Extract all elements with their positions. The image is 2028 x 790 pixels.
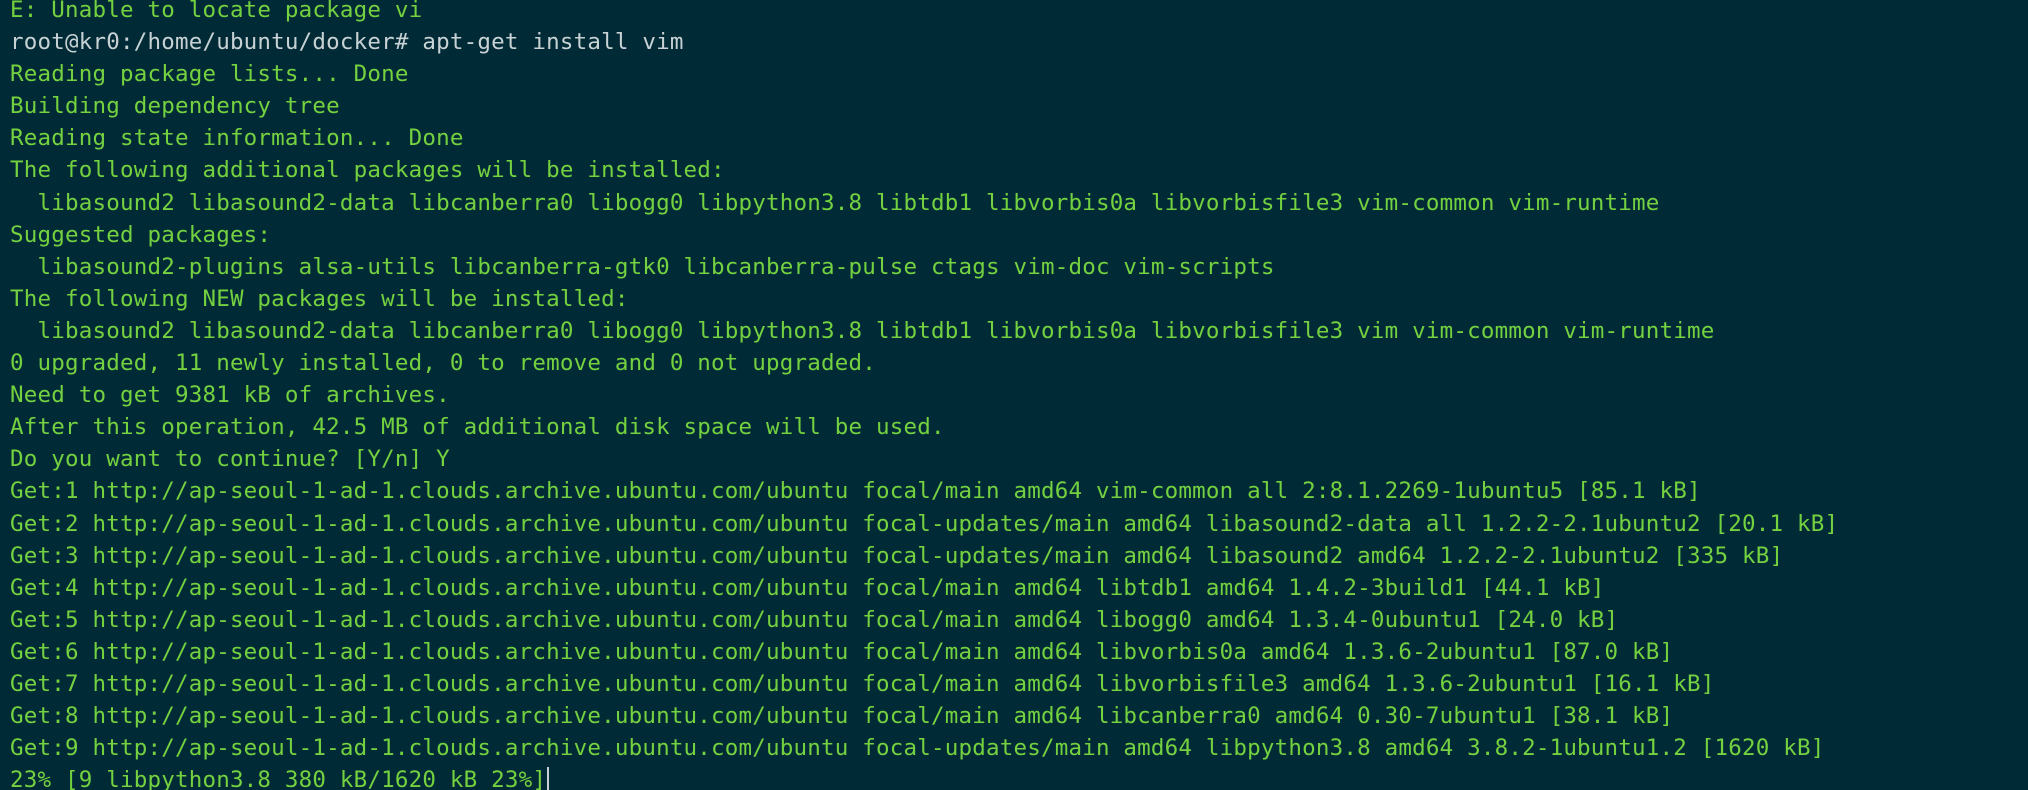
terminal-line: 0 upgraded, 11 newly installed, 0 to rem… bbox=[10, 350, 877, 377]
terminal-line: Reading package lists... Done bbox=[10, 61, 409, 88]
prompt-line: Do you want to continue? [Y/n] Y bbox=[10, 446, 450, 473]
terminal-line: E: Unable to locate package vi bbox=[10, 0, 423, 23]
terminal-line: libasound2 libasound2-data libcanberra0 … bbox=[10, 189, 1660, 216]
terminal-line: After this operation, 42.5 MB of additio… bbox=[10, 414, 945, 441]
download-line: Get:8 http://ap-seoul-1-ad-1.clouds.arch… bbox=[10, 703, 1674, 730]
download-line: Get:1 http://ap-seoul-1-ad-1.clouds.arch… bbox=[10, 478, 1701, 505]
progress-text: 23% [9 libpython3.8 380 kB/1620 kB 23%] bbox=[10, 767, 547, 790]
download-line: Get:7 http://ap-seoul-1-ad-1.clouds.arch… bbox=[10, 670, 1715, 697]
download-line: Get:2 http://ap-seoul-1-ad-1.clouds.arch… bbox=[10, 510, 1839, 537]
progress-line: 23% [9 libpython3.8 380 kB/1620 kB 23%] bbox=[10, 764, 2028, 790]
terminal-line: Reading state information... Done bbox=[10, 125, 464, 152]
terminal-line: libasound2-plugins alsa-utils libcanberr… bbox=[10, 253, 1275, 280]
terminal-line: The following NEW packages will be insta… bbox=[10, 285, 629, 312]
terminal-output: E: Unable to locate package vi root@kr0:… bbox=[10, 0, 2028, 790]
terminal-window[interactable]: E: Unable to locate package vi root@kr0:… bbox=[0, 0, 2028, 790]
terminal-line: libasound2 libasound2-data libcanberra0 … bbox=[10, 317, 1715, 344]
terminal-line: The following additional packages will b… bbox=[10, 157, 725, 184]
download-line: Get:6 http://ap-seoul-1-ad-1.clouds.arch… bbox=[10, 638, 1674, 665]
terminal-line: Need to get 9381 kB of archives. bbox=[10, 382, 450, 409]
download-line: Get:3 http://ap-seoul-1-ad-1.clouds.arch… bbox=[10, 542, 1784, 569]
terminal-line: Suggested packages: bbox=[10, 221, 272, 248]
command-line: root@kr0:/home/ubuntu/docker# apt-get in… bbox=[10, 29, 684, 56]
download-line: Get:9 http://ap-seoul-1-ad-1.clouds.arch… bbox=[10, 735, 1825, 762]
text-cursor bbox=[547, 767, 550, 790]
download-line: Get:4 http://ap-seoul-1-ad-1.clouds.arch… bbox=[10, 574, 1605, 601]
terminal-line: Building dependency tree bbox=[10, 93, 340, 120]
download-line: Get:5 http://ap-seoul-1-ad-1.clouds.arch… bbox=[10, 606, 1619, 633]
